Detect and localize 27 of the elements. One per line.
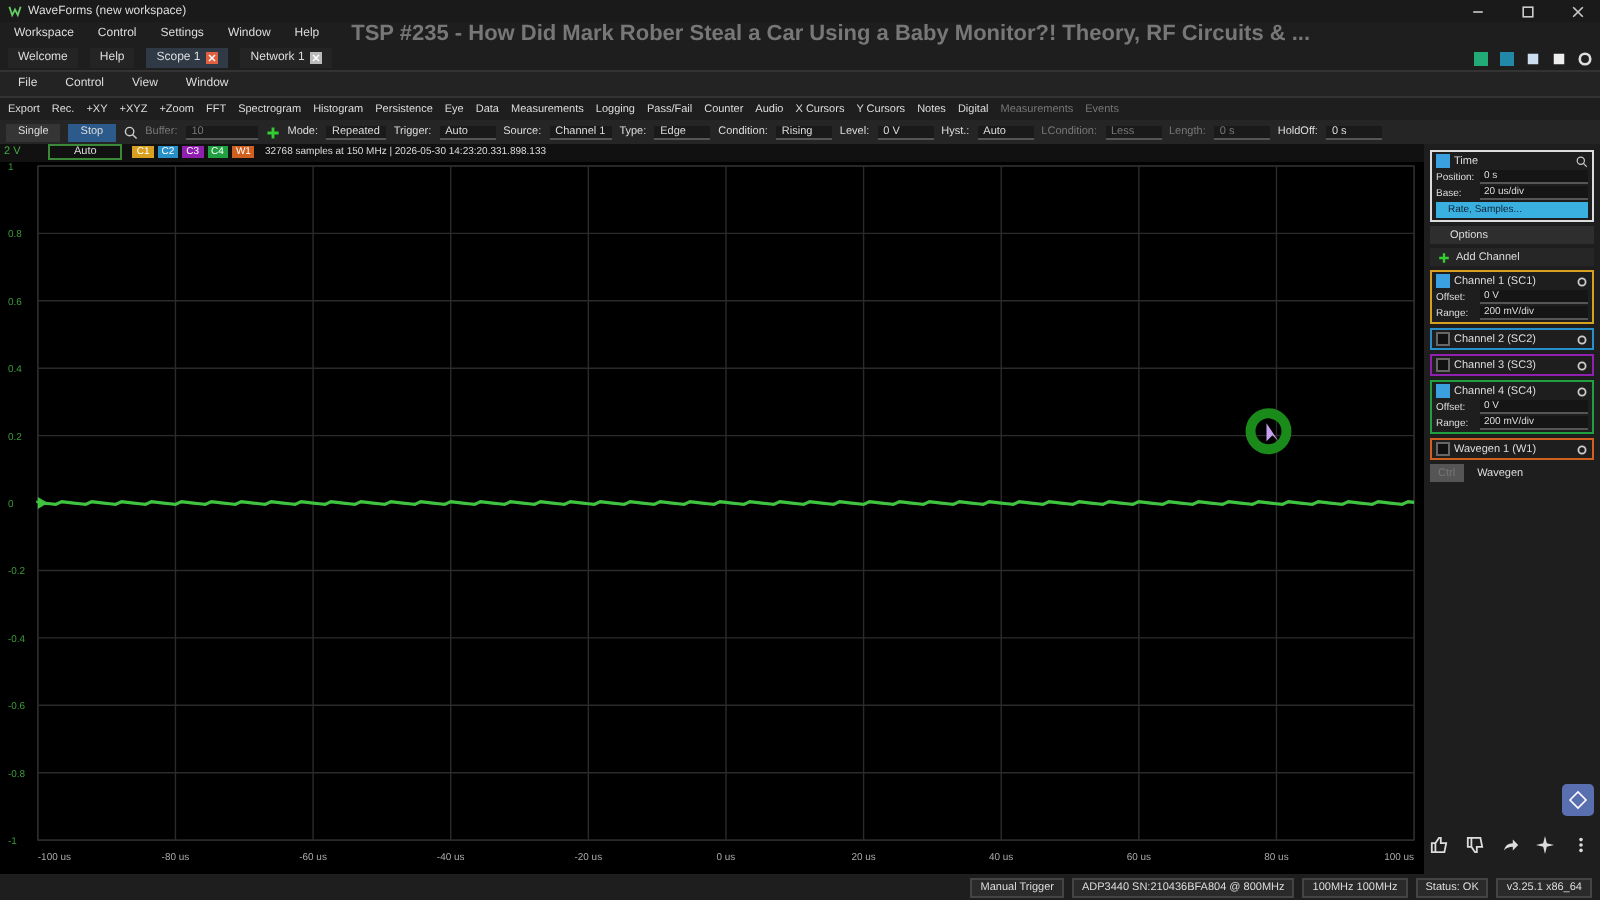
settings-icon[interactable]	[1576, 443, 1588, 455]
checkbox[interactable]	[1436, 442, 1450, 456]
sparkle-icon[interactable]	[1536, 836, 1555, 854]
maximize-icon[interactable]	[1520, 3, 1536, 19]
settings-icon[interactable]	[1576, 333, 1588, 345]
cursor-highlight-icon	[1245, 408, 1292, 455]
checkbox[interactable]	[1436, 154, 1450, 168]
search-icon[interactable]	[123, 125, 138, 139]
like-icon[interactable]	[1430, 836, 1448, 854]
settings-icon[interactable]	[1576, 359, 1588, 371]
video-title: TSP #235 - How Did Mark Rober Steal a Car Using a Baby Monitor?! Theory, RF Circuits & ...	[351, 22, 1311, 46]
settings-icon[interactable]	[1576, 385, 1588, 397]
network-icon[interactable]	[1562, 784, 1594, 816]
plus-icon[interactable]	[265, 125, 280, 139]
checkbox[interactable]	[1436, 332, 1450, 346]
plus-icon	[1438, 251, 1450, 263]
checkbox[interactable]	[1436, 384, 1450, 398]
share-icon[interactable]	[1501, 836, 1519, 854]
settings-icon[interactable]	[1576, 275, 1588, 287]
checkbox[interactable]	[1436, 358, 1450, 372]
close-icon[interactable]	[1570, 3, 1586, 19]
search-icon[interactable]	[1576, 155, 1588, 167]
dislike-icon[interactable]	[1465, 836, 1484, 854]
trigger-marker-icon[interactable]	[37, 497, 48, 509]
app-logo-icon	[8, 4, 22, 18]
settings-icon[interactable]	[1578, 51, 1592, 65]
checkbox[interactable]	[1436, 274, 1450, 288]
